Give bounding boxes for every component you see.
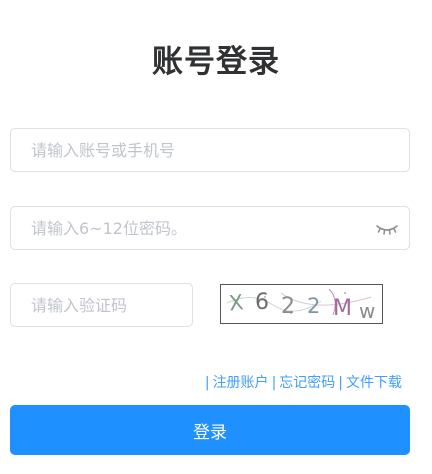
captcha-char: 2 bbox=[281, 294, 295, 319]
captcha-char: w bbox=[359, 299, 375, 323]
link-separator: | bbox=[271, 375, 277, 391]
login-button[interactable]: 登录 bbox=[10, 405, 410, 455]
captcha-graphic: X 6 2 2 M w bbox=[226, 288, 375, 323]
file-download-link[interactable]: 文件下载 bbox=[346, 375, 402, 391]
captcha-image[interactable]: X 6 2 2 M w bbox=[220, 284, 383, 324]
captcha-input[interactable] bbox=[11, 284, 192, 326]
eye-closed-icon[interactable] bbox=[375, 221, 399, 237]
account-field[interactable] bbox=[10, 128, 410, 172]
password-field[interactable] bbox=[10, 206, 410, 250]
link-separator: | bbox=[338, 375, 343, 391]
forgot-password-link[interactable]: 忘记密码 bbox=[279, 375, 335, 391]
register-link[interactable]: 注册账户 bbox=[213, 375, 269, 391]
captcha-char: 2 bbox=[307, 294, 320, 318]
account-input[interactable] bbox=[11, 129, 409, 171]
captcha-char: 6 bbox=[255, 290, 269, 315]
page-title: 账号登录 bbox=[152, 44, 280, 80]
footer-links: | 注册账户 | 忘记密码 | 文件下载 bbox=[202, 372, 402, 392]
captcha-field[interactable] bbox=[10, 283, 193, 327]
password-input[interactable] bbox=[11, 207, 409, 249]
captcha-char: X bbox=[228, 290, 245, 315]
captcha-char: M bbox=[333, 296, 352, 321]
link-separator: | bbox=[204, 375, 210, 391]
